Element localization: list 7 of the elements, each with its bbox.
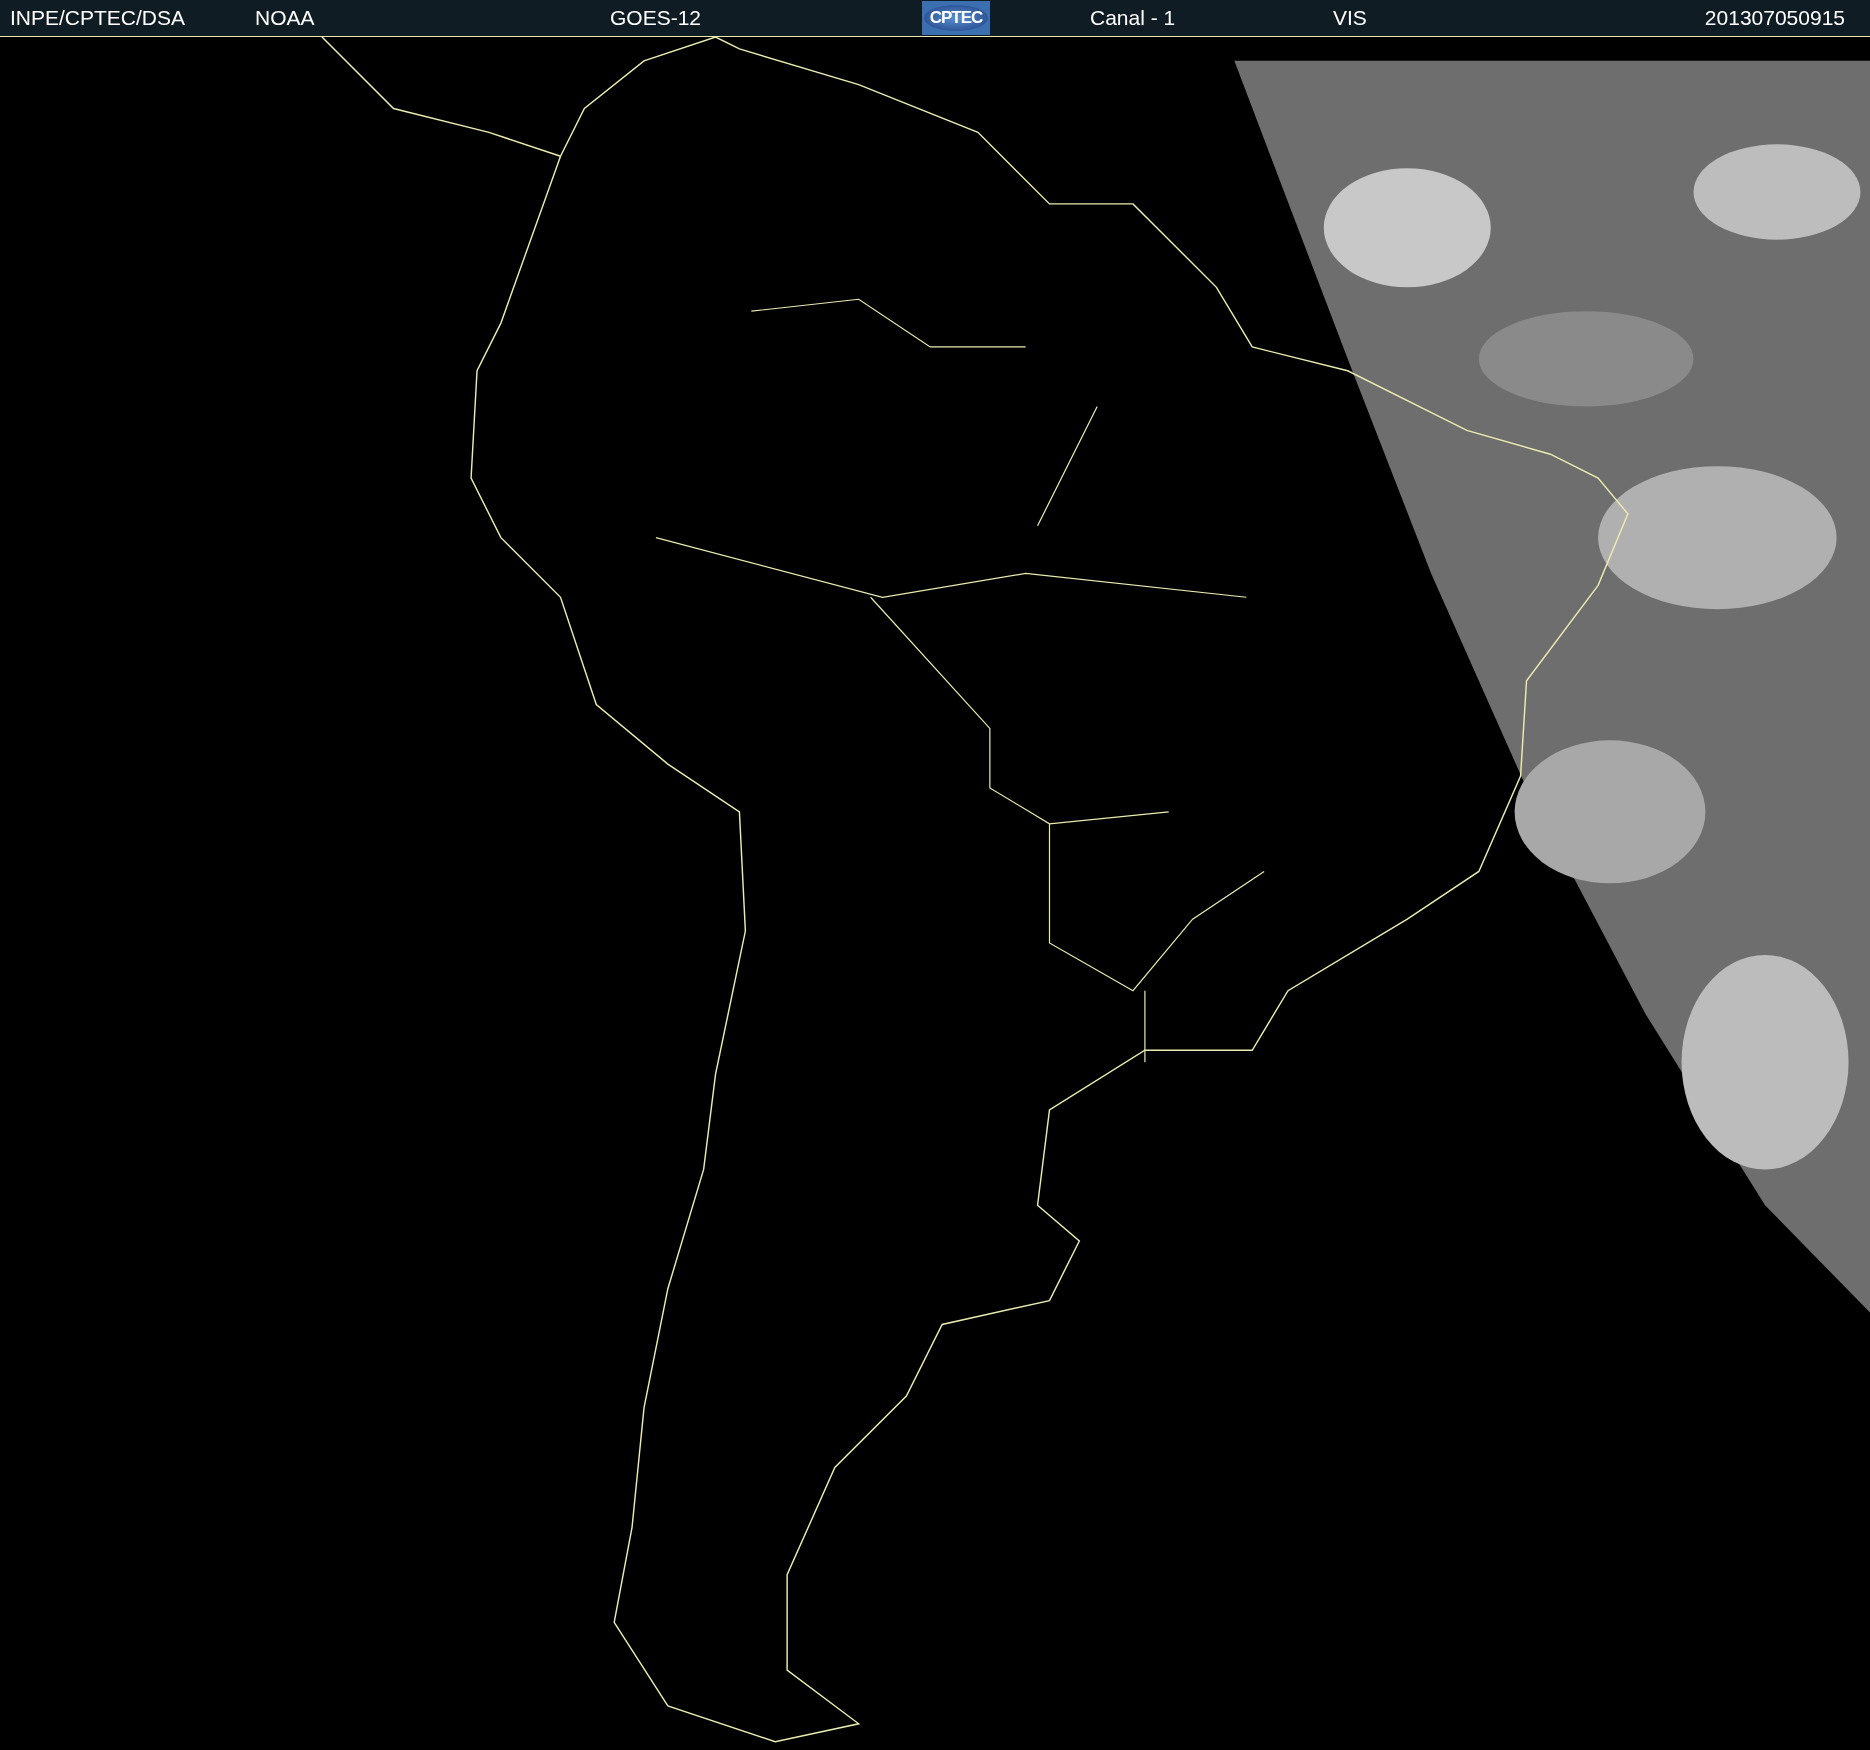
header-label: NOAA [254, 6, 315, 30]
header-label: 201307050915 [1703, 6, 1846, 30]
header-label: Canal - 1 [1089, 6, 1176, 30]
logo: CPTEC [922, 1, 990, 35]
header-label: INPE/CPTEC/DSA [9, 6, 186, 30]
header-label: GOES-12 [609, 6, 702, 30]
header-label: VIS [1332, 6, 1367, 30]
